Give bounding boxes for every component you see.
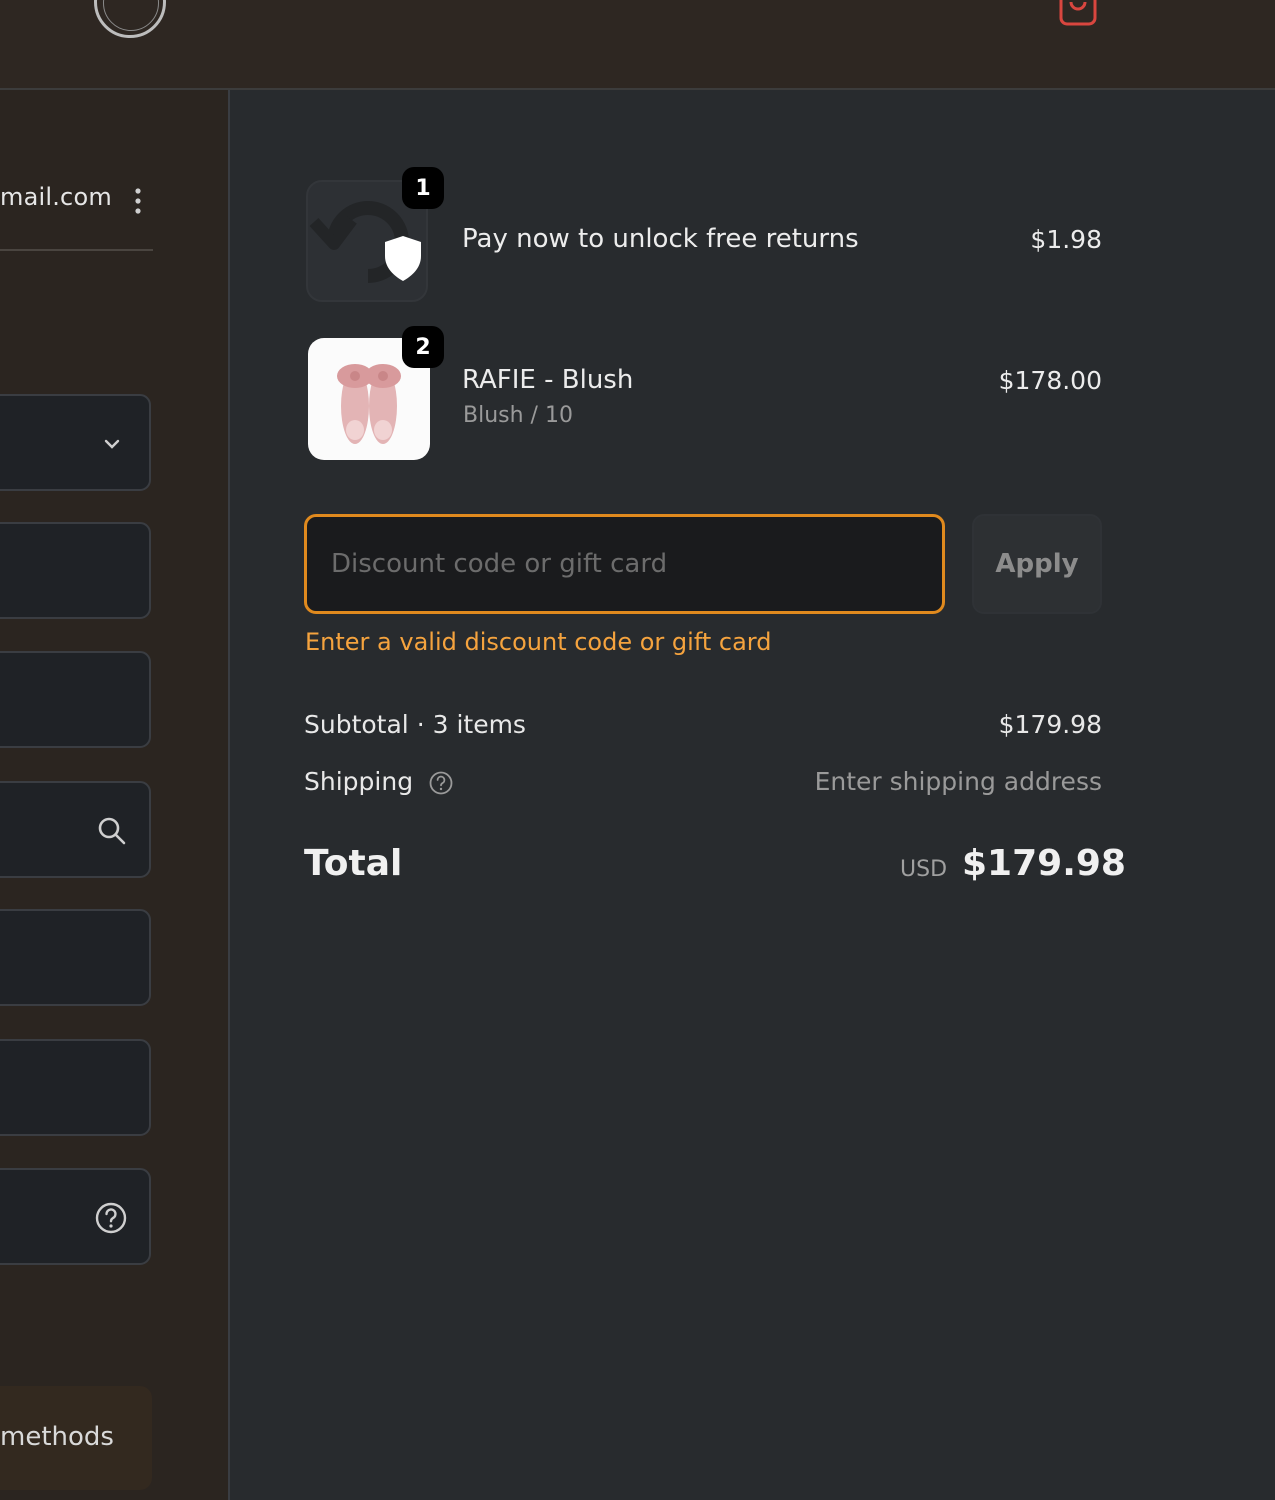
- account-menu-button[interactable]: [128, 184, 148, 216]
- total-label: Total: [304, 843, 403, 884]
- subtotal-value: $179.98: [998, 710, 1102, 739]
- text-field[interactable]: [0, 522, 151, 619]
- total-currency: USD: [900, 857, 948, 882]
- cart-button[interactable]: [1056, 0, 1100, 28]
- help-circle-icon[interactable]: [94, 1201, 128, 1235]
- text-field[interactable]: [0, 1039, 151, 1136]
- divider: [0, 249, 153, 251]
- shipping-label: Shipping: [304, 767, 414, 796]
- line-item-name: RAFIE - Blush: [462, 365, 634, 395]
- brand-logo[interactable]: [94, 0, 166, 38]
- subtotal-label: Subtotal · 3 items: [304, 710, 526, 739]
- account-email: mail.com: [0, 183, 112, 211]
- line-item-price: $1.98: [1030, 225, 1102, 254]
- text-field[interactable]: [0, 651, 151, 748]
- kebab-menu-icon: [135, 188, 141, 214]
- line-item-variant: Blush / 10: [463, 403, 573, 428]
- chevron-down-icon: [104, 439, 120, 449]
- quantity-badge: 2: [402, 326, 444, 368]
- text-field[interactable]: [0, 909, 151, 1006]
- site-header: [0, 0, 1275, 90]
- shipping-value: Enter shipping address: [814, 767, 1102, 796]
- discount-code-input[interactable]: [304, 514, 945, 614]
- country-select[interactable]: [0, 394, 151, 491]
- quantity-badge: 1: [402, 167, 444, 209]
- search-icon: [98, 817, 126, 845]
- line-item-price: $178.00: [998, 366, 1102, 395]
- address-search-field[interactable]: [0, 781, 151, 878]
- shopping-bag-icon: [1059, 0, 1097, 26]
- apply-discount-button[interactable]: Apply: [972, 514, 1102, 614]
- payment-methods-label: methods: [0, 1422, 114, 1452]
- line-item-name: Pay now to unlock free returns: [462, 224, 859, 254]
- discount-error-message: Enter a valid discount code or gift card: [305, 628, 772, 656]
- payment-methods-section[interactable]: methods: [0, 1386, 152, 1490]
- phone-field[interactable]: [0, 1168, 151, 1265]
- total-value: $179.98: [962, 843, 1126, 884]
- help-circle-icon[interactable]: [428, 770, 454, 796]
